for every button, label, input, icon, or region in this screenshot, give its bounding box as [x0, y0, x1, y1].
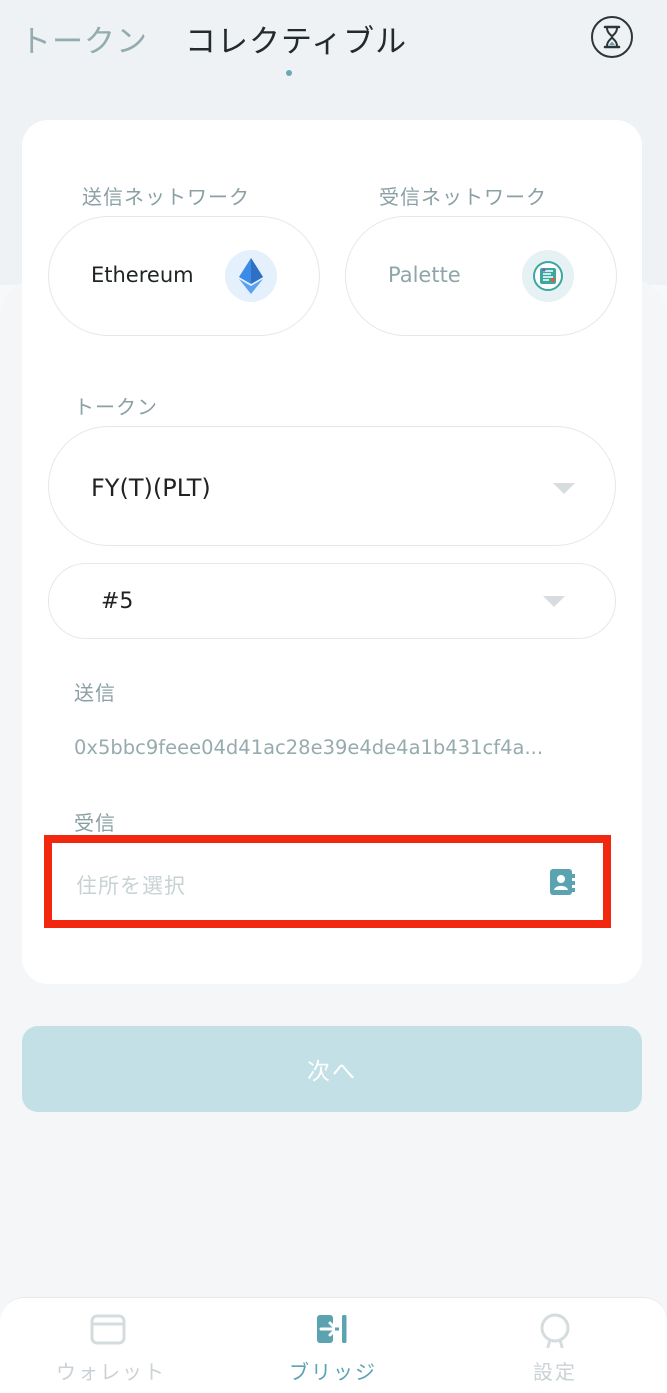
bridge-screen: トークン コレクティブル 送信ネットワーク 受信ネットワーク Ethereum: [0, 0, 667, 1393]
sender-address: 0x5bbc9feee04d41ac28e39e4de4a1b431cf4a..…: [74, 736, 544, 759]
bottom-nav: ウォレット ブリッジ 設定: [0, 1297, 667, 1393]
header: トークン コレクティブル: [0, 0, 667, 90]
send-network-selector[interactable]: Ethereum: [48, 216, 320, 336]
nav-label-bridge: ブリッジ: [289, 1360, 377, 1384]
receive-network-label: 受信ネットワーク: [379, 185, 547, 209]
receiver-label: 受信: [74, 811, 116, 835]
send-network-label: 送信ネットワーク: [82, 185, 250, 209]
settings-icon: [540, 1313, 570, 1348]
nav-item-wallet[interactable]: ウォレット: [0, 1298, 222, 1393]
bridge-icon: [317, 1315, 347, 1343]
tab-tokens[interactable]: トークン: [20, 16, 148, 61]
receive-network-name: Palette: [388, 263, 461, 287]
receiver-address-placeholder: 住所を選択: [76, 874, 186, 898]
chevron-down-icon: [543, 596, 565, 607]
sender-label: 送信: [74, 681, 116, 705]
receiver-address-input[interactable]: 住所を選択: [44, 835, 611, 928]
nav-label-settings: 設定: [533, 1360, 577, 1384]
palette-icon: [522, 250, 574, 302]
token-value: FY(T)(PLT): [91, 474, 211, 502]
token-select[interactable]: FY(T)(PLT): [48, 426, 616, 546]
history-button[interactable]: [591, 16, 633, 58]
nav-label-wallet: ウォレット: [56, 1360, 166, 1384]
receive-network-selector[interactable]: Palette: [345, 216, 617, 336]
hourglass-icon: [603, 25, 621, 49]
send-network-name: Ethereum: [91, 263, 194, 287]
token-id-value: #5: [101, 589, 134, 614]
next-button[interactable]: 次へ: [22, 1026, 642, 1112]
address-book-icon[interactable]: [548, 867, 576, 897]
nav-item-bridge[interactable]: ブリッジ: [222, 1298, 444, 1393]
tab-collectibles[interactable]: コレクティブル: [185, 16, 407, 61]
token-label: トークン: [74, 395, 158, 419]
active-tab-indicator: [286, 70, 292, 76]
nav-item-settings[interactable]: 設定: [444, 1298, 666, 1393]
chevron-down-icon: [553, 483, 575, 494]
wallet-icon: [90, 1314, 126, 1345]
token-id-select[interactable]: #5: [48, 563, 616, 639]
ethereum-icon: [225, 250, 277, 302]
